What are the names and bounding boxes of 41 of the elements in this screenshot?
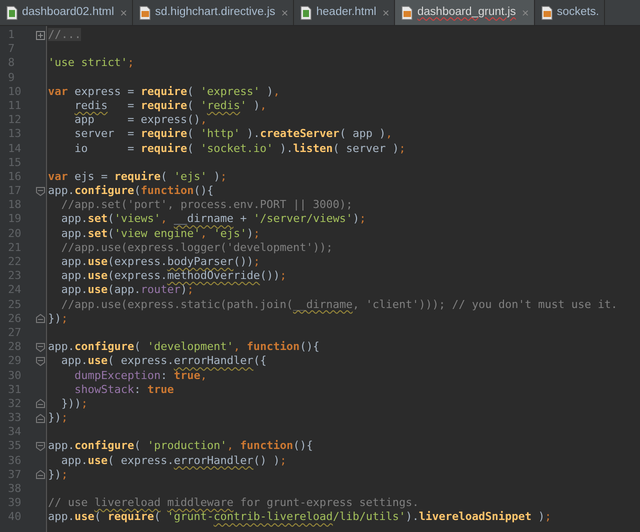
code-line: var express = require( 'express' ), [48,84,281,99]
close-icon[interactable]: × [382,6,390,20]
code-line: app.use(express.bodyParser()); [60,255,261,270]
code-line: var ejs = require( 'ejs' ); [48,170,228,184]
code-line: app.configure( 'production', function(){ [48,439,314,454]
code-line: server = require( 'http' ).createServer( app ), [73,127,394,142]
code-line: 'use strict'; [48,56,136,71]
code-line: })); [60,396,89,412]
code-line: //app.use(express.static(path.join(__dirname, 'client'))); // you don't must use it. [60,298,618,312]
code-line: //app.set('port', process.env.PORT || 3000); [60,198,354,212]
fold-end-icon[interactable] [36,314,45,324]
fold-end-icon[interactable] [36,399,45,408]
code-line: //app.use(express.logger('development')); [60,240,334,255]
code-line: }); [48,468,69,482]
code-line: app.use( express.errorHandler() ); [60,454,288,468]
code-line: }); [48,411,69,426]
close-icon[interactable]: × [281,6,288,20]
fold-end-icon[interactable] [36,414,45,423]
close-icon[interactable]: × [120,6,128,20]
code-line: showStack: true [73,382,175,397]
code-line: app.set('views', __dirname + '/server/views'); [60,212,367,227]
code-line: app = express(), [73,113,208,128]
code-line: redis = require( 'redis' ), [74,98,268,114]
collapse-fold-icon[interactable] [36,186,45,196]
collapse-fold-icon[interactable] [36,356,45,366]
code-line: app.configure(function(){ [48,184,215,198]
code-line: dumpException: true, [73,368,208,383]
code-line: // use livereload middleware for grunt-express settings. [48,496,420,510]
collapse-fold-icon[interactable] [36,342,45,352]
code-line: app.use(express.methodOverride()); [60,269,288,284]
code-line: app.set('view engine', 'ejs'); [60,226,261,241]
code-line: io = require( 'socket.io' ).listen( server ); [73,142,407,156]
expand-fold-icon[interactable] [36,30,45,40]
code-line: }); [48,312,69,326]
code-line: app.use(app.router); [60,283,195,298]
collapse-fold-icon[interactable] [36,442,45,452]
code-line: app.use( require( 'grunt-contrib-livereload/lib/utils').livereloadSnippet ); [48,510,552,525]
editor-tab[interactable]: dashboard_grunt.js × [395,0,535,25]
code-line: app.configure( 'development', function(){ [48,340,321,354]
fold-end-icon[interactable] [36,470,45,480]
code-line: app.use( express.errorHandler({ [60,354,268,368]
